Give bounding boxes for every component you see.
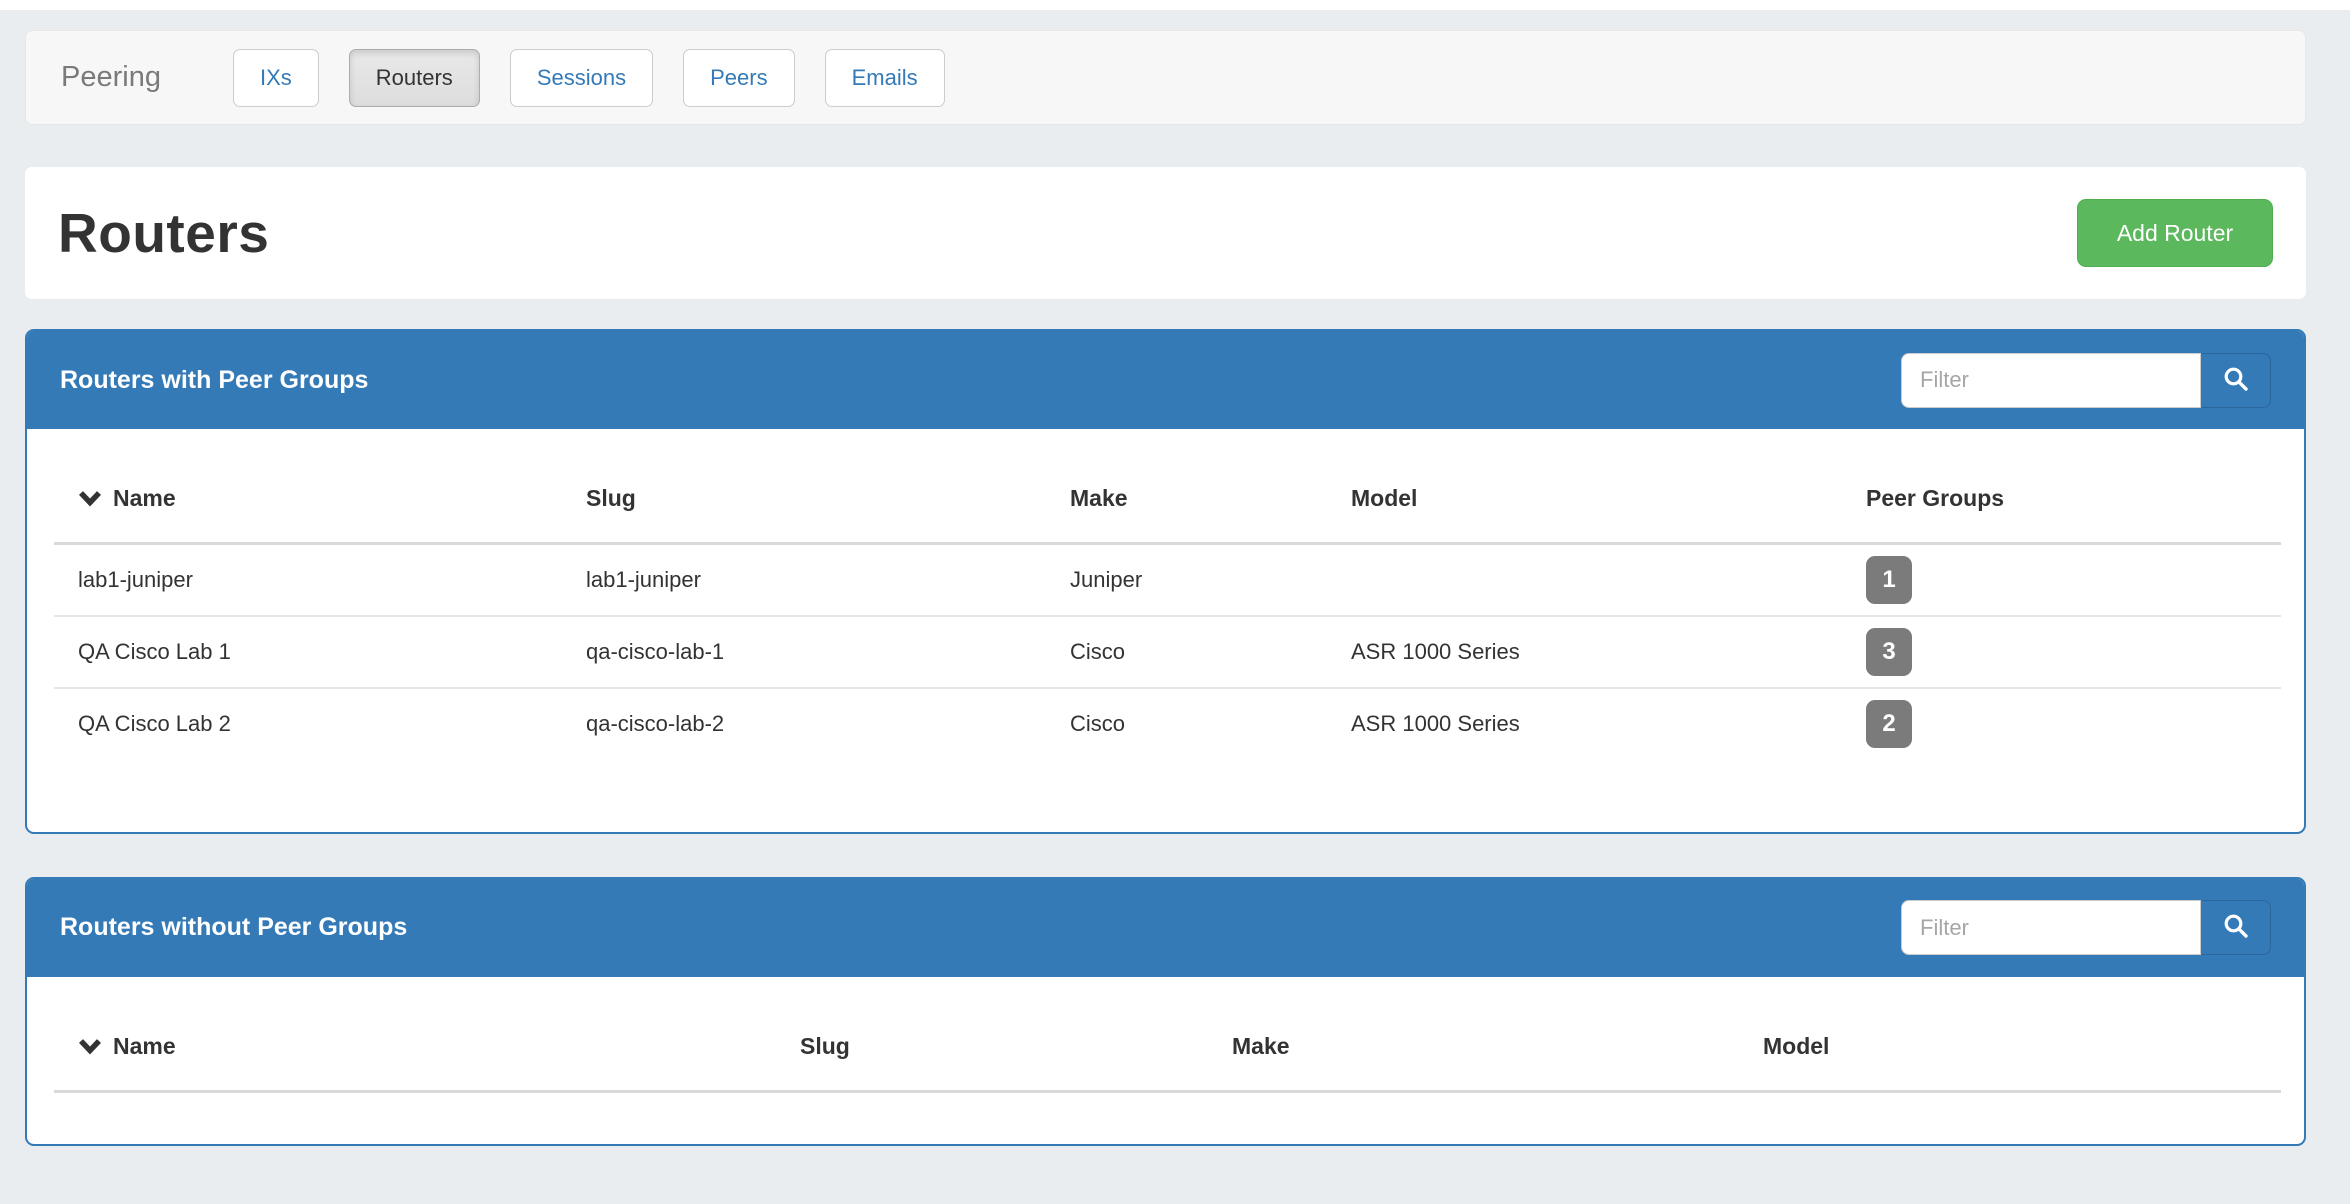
- column-header-label: Make: [1232, 1033, 1290, 1059]
- column-header-label: Make: [1070, 485, 1128, 511]
- top-strip: [0, 0, 2350, 10]
- peer-groups-count-badge: 3: [1866, 628, 1912, 676]
- column-header-label: Peer Groups: [1866, 485, 2004, 511]
- column-header-peer-groups[interactable]: Peer Groups: [1842, 429, 2281, 544]
- column-header-name[interactable]: Name: [54, 977, 776, 1092]
- navbar: Peering IXs Routers Sessions Peers Emails: [25, 30, 2306, 125]
- filter-input[interactable]: [1901, 353, 2201, 408]
- tab-emails[interactable]: Emails: [825, 49, 945, 107]
- column-header-slug[interactable]: Slug: [562, 429, 1046, 544]
- cell-peer-groups: 2: [1842, 688, 2281, 760]
- table-header-row: Name Slug Make Model Peer Groups: [54, 429, 2281, 544]
- panel-heading: Routers with Peer Groups: [27, 331, 2304, 429]
- tab-ixs[interactable]: IXs: [233, 49, 319, 107]
- tab-sessions[interactable]: Sessions: [510, 49, 653, 107]
- table-row: lab1-juniperlab1-juniperJuniper1: [54, 544, 2281, 616]
- table-header-row: Name Slug Make Model: [54, 977, 2281, 1092]
- add-router-button[interactable]: Add Router: [2077, 199, 2273, 267]
- cell-model: ASR 1000 Series: [1327, 616, 1842, 688]
- cell-slug: lab1-juniper: [562, 544, 1046, 616]
- cell-name: QA Cisco Lab 2: [54, 688, 562, 760]
- panel-routers-without-peer-groups: Routers without Peer Groups Name Slug Make…: [25, 877, 2306, 1146]
- column-header-model[interactable]: Model: [1327, 429, 1842, 544]
- cell-name: QA Cisco Lab 1: [54, 616, 562, 688]
- search-icon: [2222, 365, 2250, 396]
- cell-peer-groups: 1: [1842, 544, 2281, 616]
- cell-slug: qa-cisco-lab-1: [562, 616, 1046, 688]
- cell-slug: qa-cisco-lab-2: [562, 688, 1046, 760]
- column-header-label: Slug: [586, 485, 636, 511]
- peer-groups-count-badge: 1: [1866, 556, 1912, 604]
- panel-title: Routers with Peer Groups: [60, 366, 368, 395]
- filter-search-button[interactable]: [2201, 900, 2271, 955]
- filter-search-button[interactable]: [2201, 353, 2271, 408]
- column-header-make[interactable]: Make: [1046, 429, 1327, 544]
- column-header-label: Name: [113, 1033, 176, 1059]
- tab-routers[interactable]: Routers: [349, 49, 480, 107]
- nav-tabs: IXs Routers Sessions Peers Emails: [233, 49, 945, 107]
- navbar-brand: Peering: [61, 61, 161, 94]
- page-title: Routers: [58, 201, 269, 265]
- cell-peer-groups: 3: [1842, 616, 2281, 688]
- cell-model: [1327, 544, 1842, 616]
- column-header-model[interactable]: Model: [1739, 977, 2281, 1092]
- filter-group: [1901, 900, 2271, 955]
- table-bottom-spacer: [54, 760, 2277, 832]
- panel-body: Name Slug Make Model: [27, 977, 2304, 1144]
- table-row: QA Cisco Lab 1qa-cisco-lab-1CiscoASR 100…: [54, 616, 2281, 688]
- page-container: Peering IXs Routers Sessions Peers Emails Ro…: [25, 30, 2306, 1146]
- page-header: Routers Add Router: [25, 167, 2306, 299]
- cell-make: Cisco: [1046, 616, 1327, 688]
- filter-group: [1901, 353, 2271, 408]
- column-header-name[interactable]: Name: [54, 429, 562, 544]
- column-header-make[interactable]: Make: [1208, 977, 1739, 1092]
- routers-without-peer-groups-table: Name Slug Make Model: [54, 977, 2281, 1093]
- tab-peers[interactable]: Peers: [683, 49, 794, 107]
- table-bottom-spacer: [54, 1093, 2277, 1144]
- routers-with-peer-groups-table: Name Slug Make Model Peer Groups lab1-junipe…: [54, 429, 2281, 760]
- cell-make: Cisco: [1046, 688, 1327, 760]
- panel-routers-with-peer-groups: Routers with Peer Groups Name Slug Make Mod…: [25, 329, 2306, 834]
- table-row: QA Cisco Lab 2qa-cisco-lab-2CiscoASR 100…: [54, 688, 2281, 760]
- sort-chevron-down-icon: [78, 1038, 102, 1055]
- cell-name: lab1-juniper: [54, 544, 562, 616]
- column-header-slug[interactable]: Slug: [776, 977, 1208, 1092]
- sort-chevron-down-icon: [78, 490, 102, 507]
- cell-model: ASR 1000 Series: [1327, 688, 1842, 760]
- search-icon: [2222, 912, 2250, 943]
- cell-make: Juniper: [1046, 544, 1327, 616]
- panel-body: Name Slug Make Model Peer Groups lab1-junipe…: [27, 429, 2304, 832]
- peer-groups-count-badge: 2: [1866, 700, 1912, 748]
- filter-input[interactable]: [1901, 900, 2201, 955]
- column-header-label: Model: [1763, 1033, 1829, 1059]
- panel-heading: Routers without Peer Groups: [27, 879, 2304, 977]
- column-header-label: Slug: [800, 1033, 850, 1059]
- column-header-label: Name: [113, 485, 176, 511]
- panel-title: Routers without Peer Groups: [60, 913, 407, 942]
- column-header-label: Model: [1351, 485, 1417, 511]
